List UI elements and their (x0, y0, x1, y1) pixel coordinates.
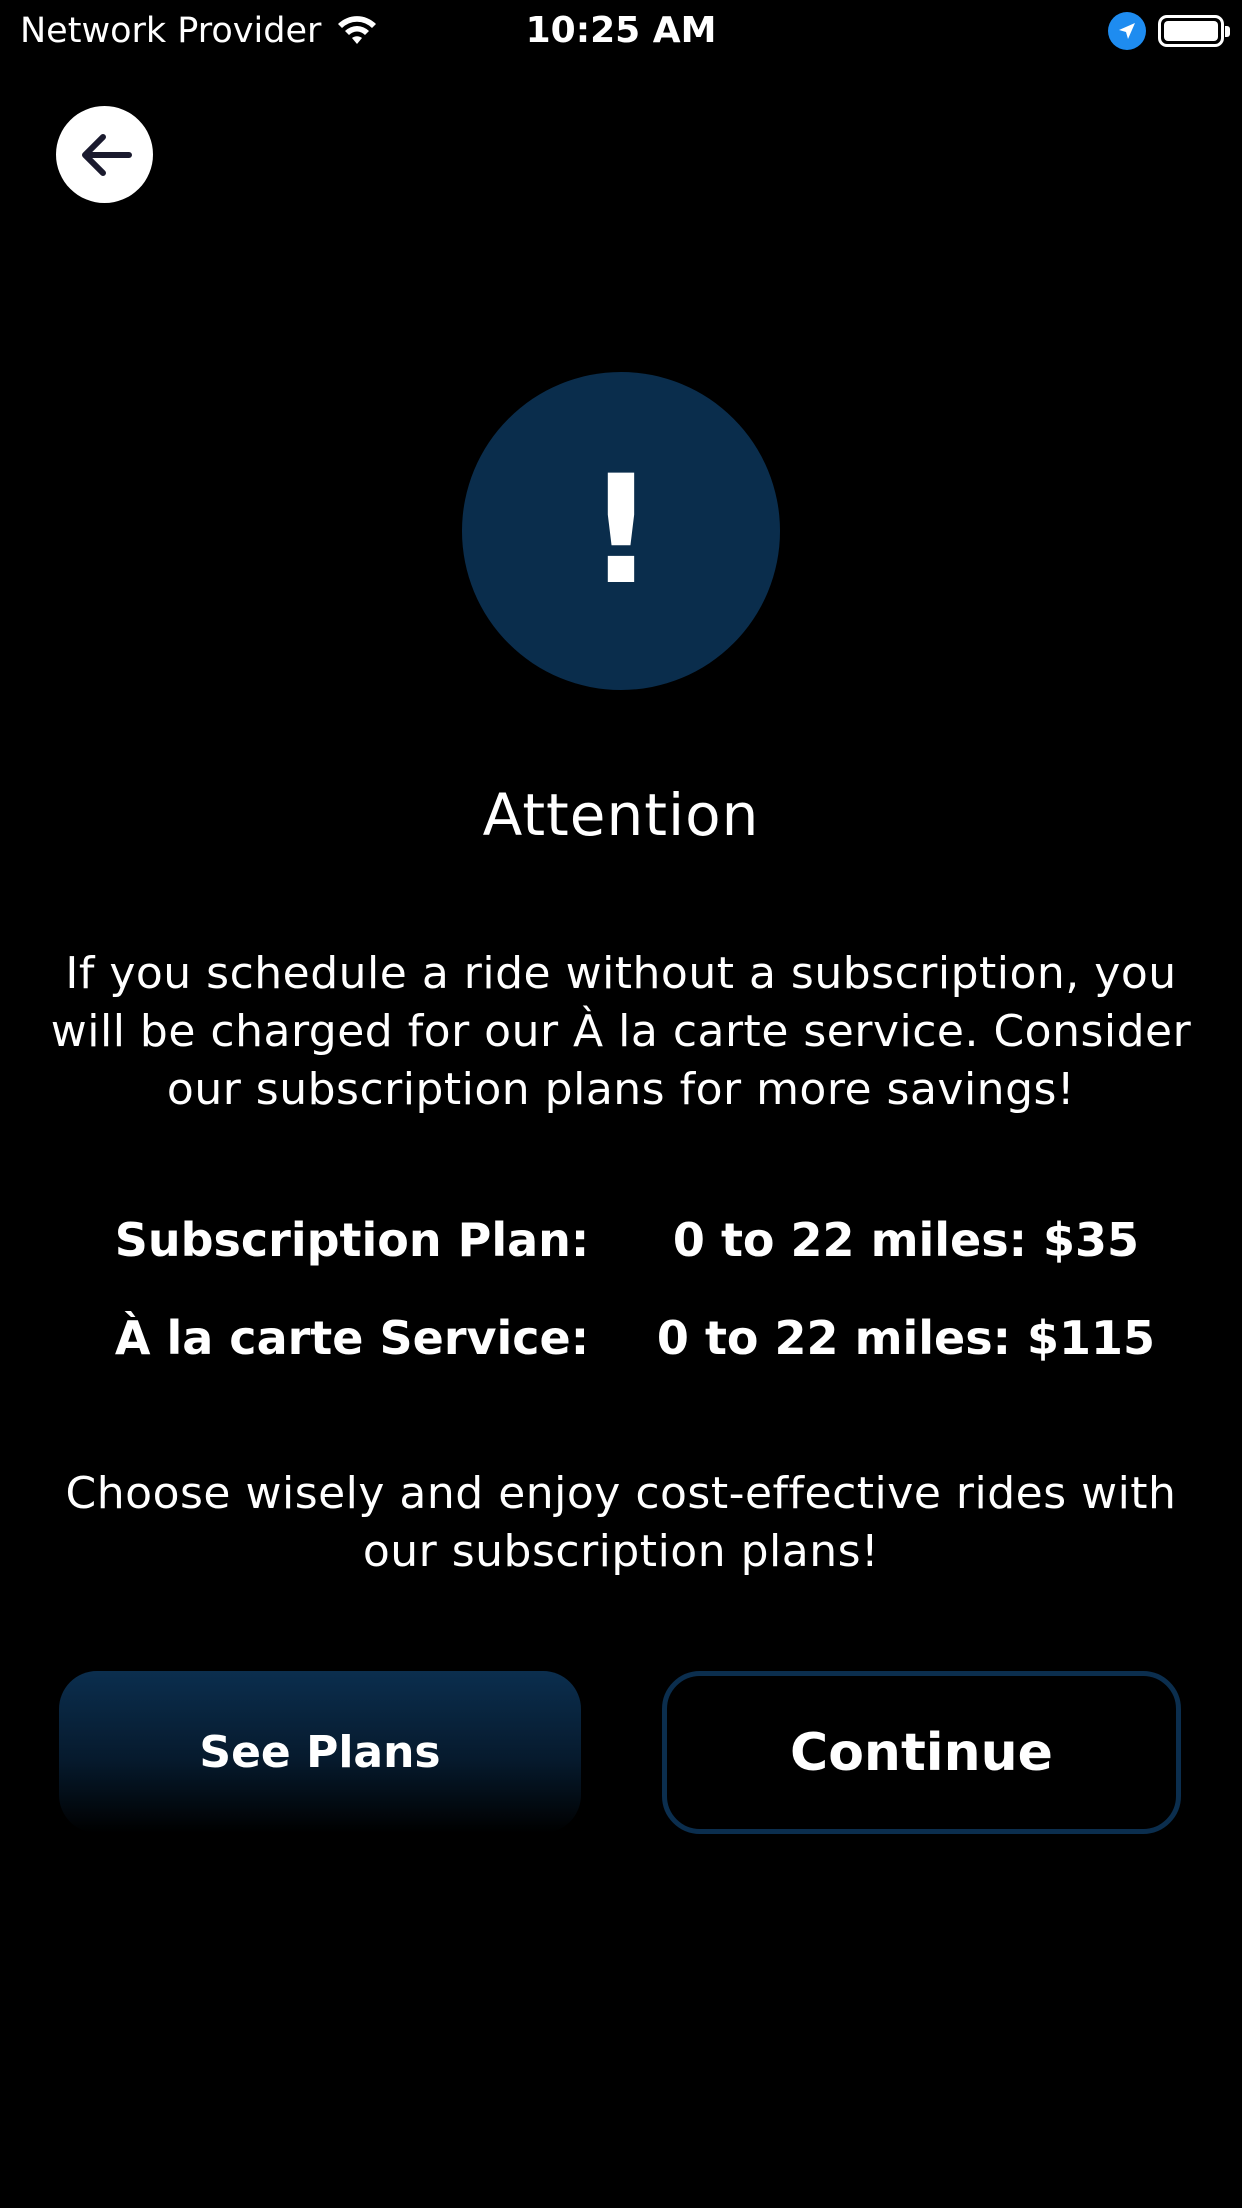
alert-circle: ! (462, 372, 780, 690)
see-plans-button[interactable]: See Plans (59, 1671, 581, 1833)
pricing-comparison: Subscription Plan: 0 to 22 miles: $35 À … (0, 1205, 1242, 1401)
pricing-row-subscription: Subscription Plan: 0 to 22 miles: $35 (0, 1205, 1242, 1303)
back-button[interactable] (56, 106, 153, 203)
arrow-left-icon (81, 133, 132, 176)
page-title: Attention (482, 781, 760, 849)
location-arrow-icon (1108, 12, 1146, 50)
exclamation-icon: ! (586, 444, 656, 618)
status-indicators (1108, 12, 1230, 50)
pricing-value: 0 to 22 miles: $115 (656, 1311, 1156, 1365)
status-time: 10:25 AM (525, 10, 717, 51)
notice-message: If you schedule a ride without a subscri… (50, 948, 1192, 1115)
battery-icon (1158, 15, 1230, 47)
status-bar: Network Provider 10:25 AM (0, 0, 1242, 62)
pricing-value: 0 to 22 miles: $35 (672, 1213, 1140, 1267)
pricing-row-a-la-carte: À la carte Service: 0 to 22 miles: $115 (0, 1303, 1242, 1401)
continue-button[interactable]: Continue (662, 1671, 1181, 1834)
footer-note: Choose wisely and enjoy cost-effective r… (65, 1468, 1177, 1577)
